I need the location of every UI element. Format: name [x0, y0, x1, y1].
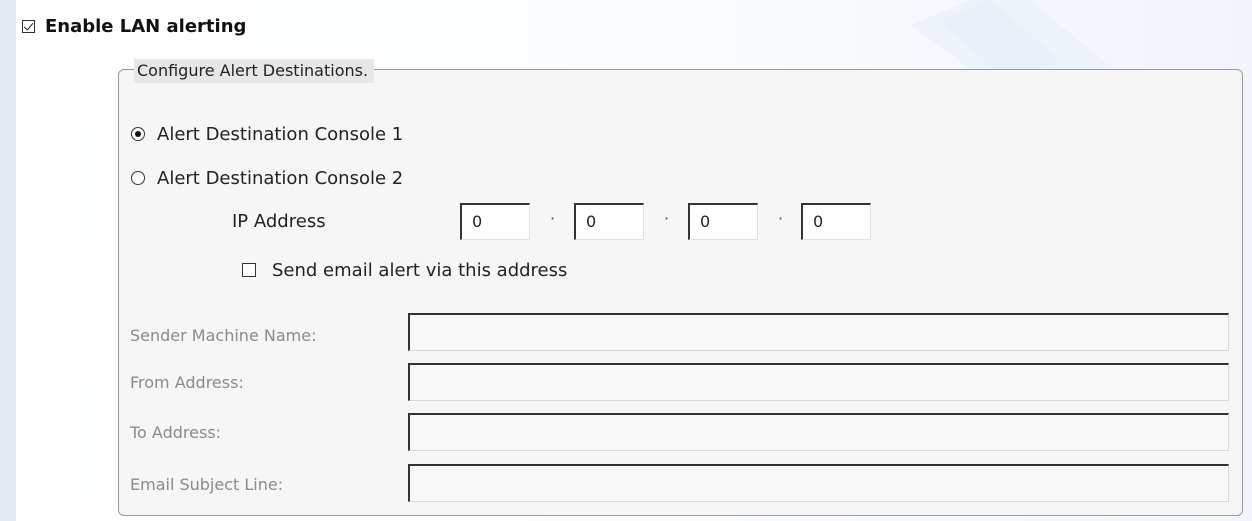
alert-destinations-legend: Configure Alert Destinations. [134, 59, 375, 83]
from-address-input[interactable] [408, 363, 1229, 401]
ip-octet-4-input[interactable]: 0 [801, 203, 871, 240]
radio-console-1-label: Alert Destination Console 1 [157, 123, 404, 145]
ip-separator-1: · [550, 209, 556, 228]
ip-octet-1-input[interactable]: 0 [460, 203, 530, 240]
send-email-alert-label: Send email alert via this address [272, 259, 568, 281]
enable-lan-alerting-label: Enable LAN alerting [45, 15, 247, 37]
ip-octet-3-input[interactable]: 0 [688, 203, 758, 240]
to-address-label: To Address: [130, 423, 222, 442]
ip-separator-2: · [664, 209, 670, 228]
radio-console-2-indicator-icon[interactable] [131, 171, 145, 185]
radio-console-2[interactable]: Alert Destination Console 2 [131, 166, 403, 190]
radio-console-1[interactable]: Alert Destination Console 1 [131, 122, 403, 146]
ip-separator-3: · [778, 209, 784, 228]
enable-lan-alerting-checkmark-icon[interactable] [22, 19, 35, 33]
ip-octet-2-input[interactable]: 0 [574, 203, 644, 240]
email-subject-line-label: Email Subject Line: [130, 475, 284, 494]
radio-console-2-label: Alert Destination Console 2 [157, 167, 404, 189]
to-address-input[interactable] [408, 413, 1229, 451]
email-subject-line-input[interactable] [408, 464, 1229, 502]
send-email-alert-checkbox[interactable]: Send email alert via this address [242, 258, 567, 282]
left-edge-band [0, 0, 16, 521]
radio-console-1-indicator-icon[interactable] [131, 127, 145, 141]
enable-lan-alerting-checkbox[interactable]: Enable LAN alerting [22, 15, 246, 37]
from-address-label: From Address: [130, 373, 244, 392]
ip-address-label: IP Address [232, 211, 326, 232]
send-email-alert-box-icon[interactable] [242, 263, 256, 277]
sender-machine-name-input[interactable] [408, 313, 1229, 351]
sender-machine-name-label: Sender Machine Name: [130, 326, 317, 345]
